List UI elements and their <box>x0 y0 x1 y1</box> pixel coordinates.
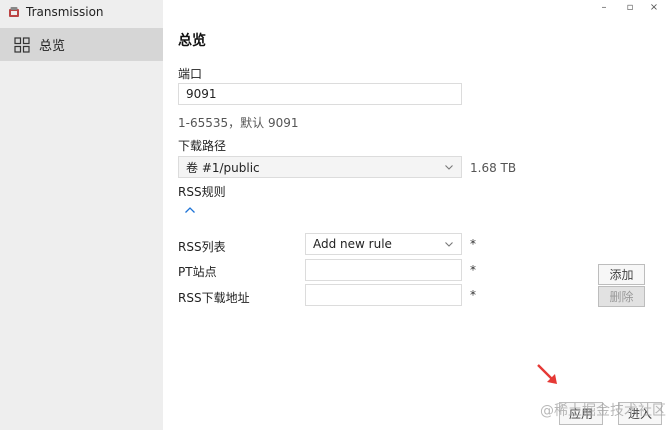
rss-list-value: Add new rule <box>313 237 392 251</box>
main-panel: – ▫ × 总览 端口 9091 1-65535，默认 9091 下载路径 卷 … <box>163 0 672 430</box>
pt-site-label: PT站点 <box>178 265 217 279</box>
required-mark: * <box>470 263 476 277</box>
page-title: 总览 <box>178 33 206 49</box>
sidebar: Transmission 总览 <box>0 0 163 430</box>
rss-list-label: RSS列表 <box>178 240 226 254</box>
delete-rule-button[interactable]: 删除 <box>598 286 645 307</box>
close-icon[interactable]: × <box>644 0 664 14</box>
download-path-value: 卷 #1/public <box>186 160 260 175</box>
watermark: @稀土掘金技术社区 <box>540 403 666 419</box>
rss-list-select[interactable]: Add new rule <box>305 233 462 255</box>
maximize-icon[interactable]: ▫ <box>620 0 640 14</box>
sidebar-item-overview[interactable]: 总览 <box>0 28 163 61</box>
rss-url-input[interactable] <box>305 284 462 306</box>
required-mark: * <box>470 288 476 302</box>
minimize-icon[interactable]: – <box>594 0 614 14</box>
add-rule-button[interactable]: 添加 <box>598 264 645 285</box>
grid-icon <box>14 36 30 53</box>
app-title: Transmission <box>26 5 104 19</box>
rss-url-label: RSS下载地址 <box>178 291 250 305</box>
download-path-label: 下载路径 <box>178 139 227 153</box>
chevron-down-icon <box>445 165 453 170</box>
port-input[interactable]: 9091 <box>178 83 462 105</box>
transmission-app-icon <box>9 7 19 17</box>
free-space: 1.68 TB <box>470 161 517 175</box>
pt-site-input[interactable] <box>305 259 462 281</box>
sidebar-item-label: 总览 <box>39 39 66 54</box>
download-path-select[interactable]: 卷 #1/public <box>178 156 462 178</box>
app-title-bar: Transmission <box>8 4 104 20</box>
port-label: 端口 <box>178 67 203 81</box>
chevron-up-icon[interactable] <box>184 205 196 215</box>
chevron-down-icon <box>445 242 453 247</box>
port-hint: 1-65535，默认 9091 <box>178 116 299 130</box>
red-arrow-icon <box>537 364 557 384</box>
rss-rules-label: RSS规则 <box>178 185 226 199</box>
required-mark: * <box>470 237 476 251</box>
